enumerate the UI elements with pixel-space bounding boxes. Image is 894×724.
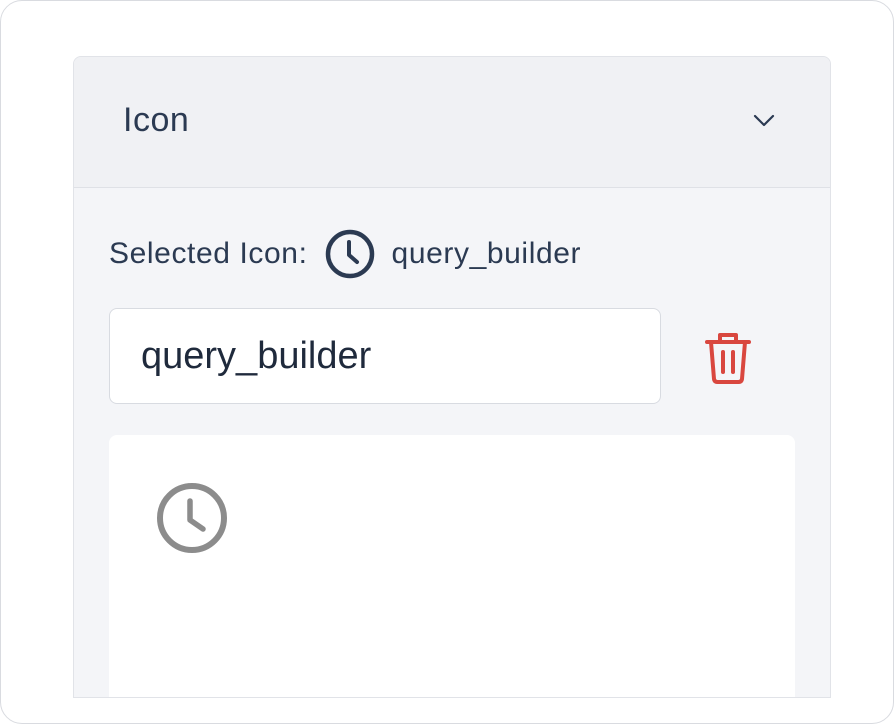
app-frame: Icon Selected Icon: query_builder xyxy=(0,0,894,724)
icon-results-list xyxy=(109,435,795,697)
chevron-down-icon[interactable] xyxy=(752,113,776,129)
selected-icon-row: Selected Icon: query_builder xyxy=(109,229,581,279)
panel-header[interactable]: Icon xyxy=(74,57,830,188)
icon-settings-panel: Icon Selected Icon: query_builder xyxy=(73,56,831,698)
clock-icon[interactable] xyxy=(155,481,229,555)
selected-icon-label: Selected Icon: xyxy=(109,237,308,270)
icon-search-input[interactable] xyxy=(109,308,661,404)
trash-icon[interactable] xyxy=(704,331,752,385)
panel-title: Icon xyxy=(123,101,190,139)
selected-icon-name: query_builder xyxy=(391,237,582,270)
clock-icon xyxy=(325,229,374,279)
